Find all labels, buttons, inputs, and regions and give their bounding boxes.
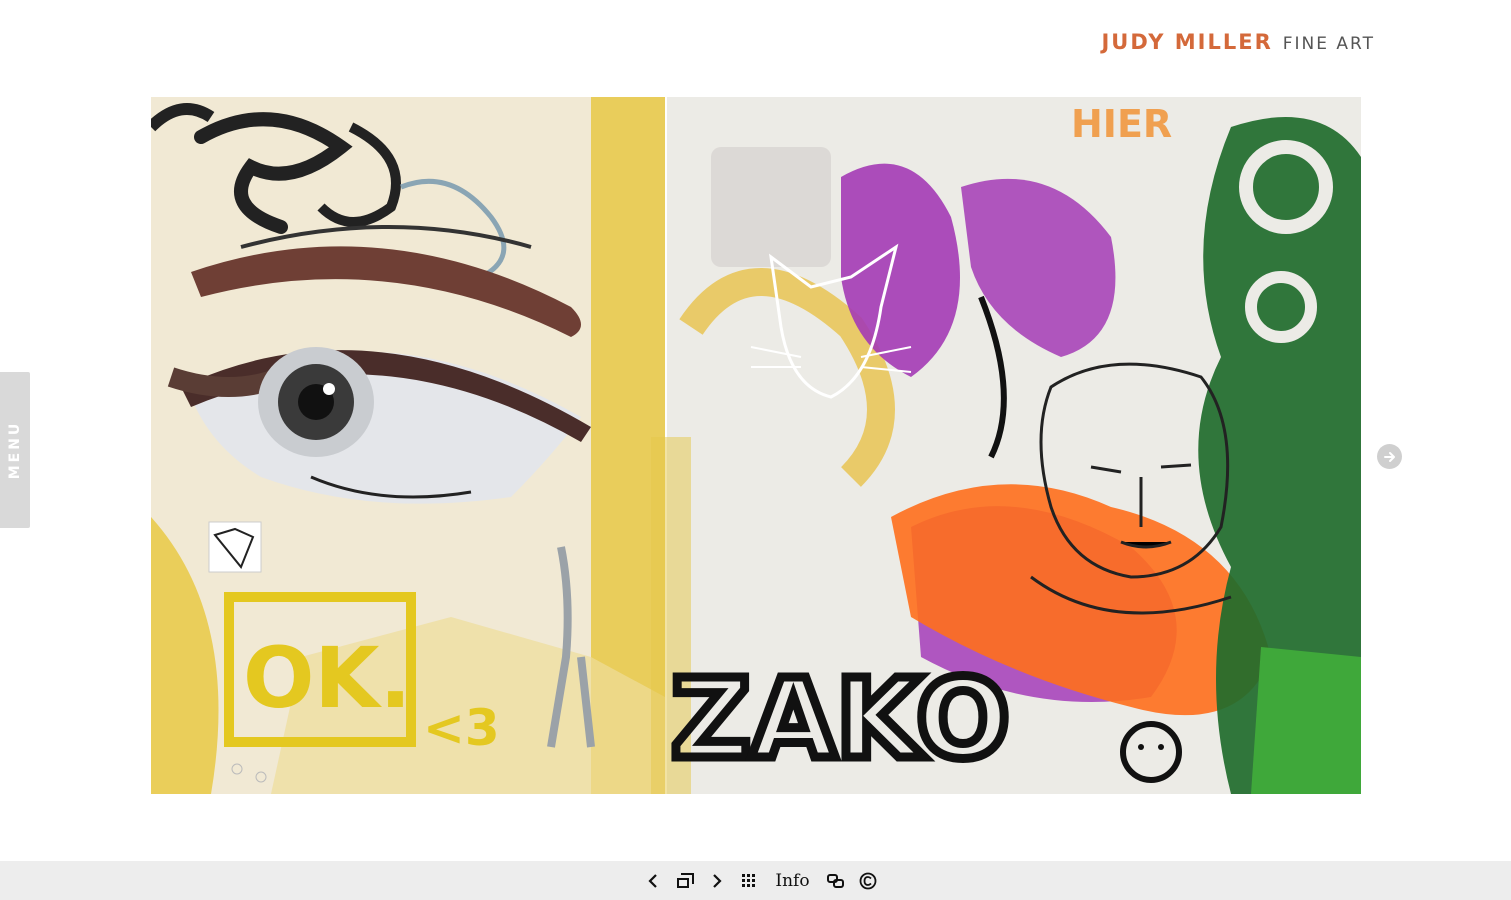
grid-view-button[interactable]: [739, 871, 759, 891]
brand-name[interactable]: JUDY MILLER: [1101, 30, 1272, 54]
bottom-nav-bar: Info: [0, 861, 1511, 900]
svg-text:OK.: OK.: [243, 629, 411, 727]
info-link[interactable]: Info: [771, 871, 813, 891]
chevron-right-icon: [713, 873, 722, 888]
site-header: JUDY MILLER FINE ART: [1101, 30, 1375, 54]
bottom-nav-controls: Info: [643, 871, 877, 891]
slideshow-button[interactable]: [675, 871, 695, 891]
share-button[interactable]: [826, 871, 846, 891]
previous-button[interactable]: [643, 871, 663, 891]
chevron-left-icon: [648, 873, 658, 888]
copyright-icon: [859, 872, 876, 889]
arrow-right-icon: [1383, 451, 1395, 462]
svg-text:<3: <3: [423, 699, 500, 757]
next-button[interactable]: [707, 871, 727, 891]
next-image-arrow[interactable]: [1377, 444, 1402, 469]
copyright-button[interactable]: [858, 871, 878, 891]
artwork-left-panel: OK. <3: [151, 97, 665, 794]
menu-tab-label: MENU: [7, 420, 23, 480]
slideshow-icon: [677, 872, 695, 888]
share-icon: [826, 873, 844, 888]
artwork-right-panel: HIER ZAKO: [651, 97, 1361, 794]
menu-tab[interactable]: MENU: [0, 372, 30, 528]
artwork-image[interactable]: OK. <3 HIER ZAKO: [151, 97, 1361, 794]
svg-text:HIER: HIER: [1071, 102, 1172, 146]
grid-icon: [742, 873, 756, 887]
svg-text:ZAKO: ZAKO: [671, 655, 1010, 783]
brand-tagline: FINE ART: [1282, 34, 1375, 54]
